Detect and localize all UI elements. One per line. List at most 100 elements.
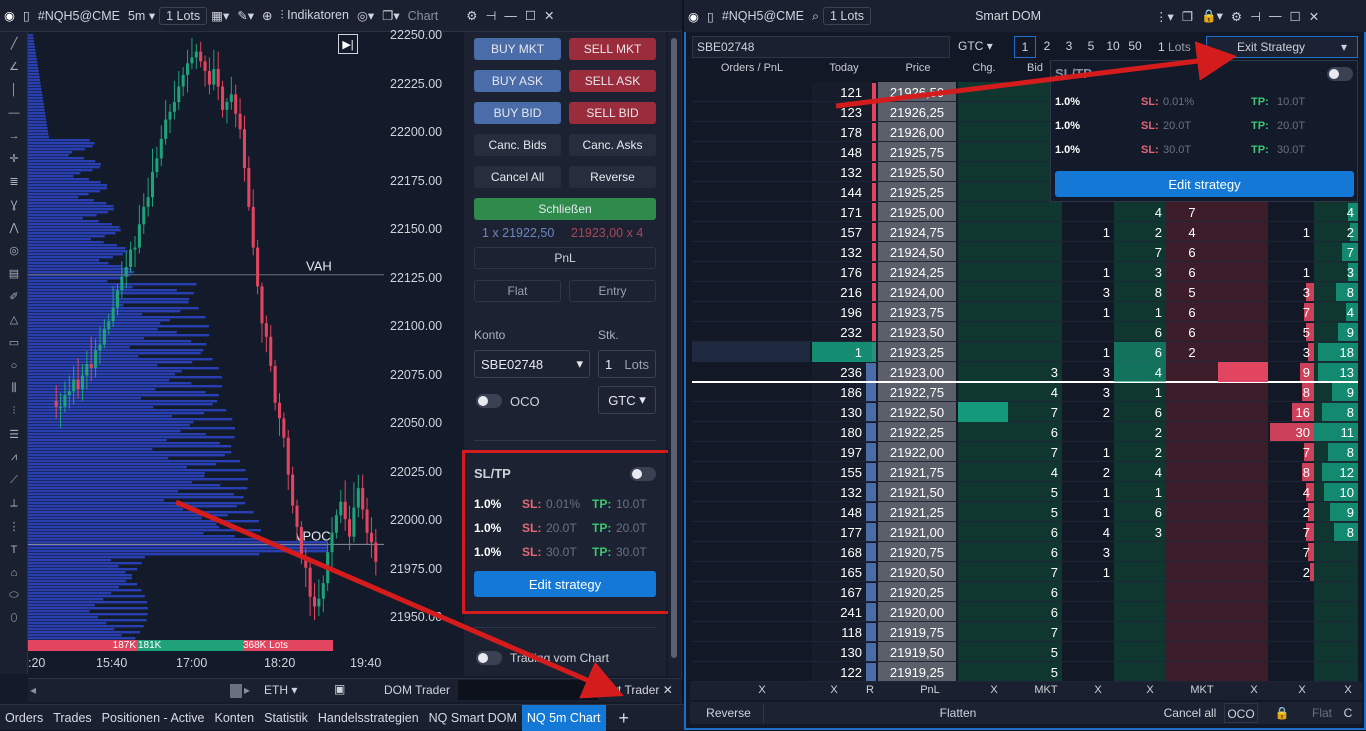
- pencil-icon[interactable]: ✎▾: [233, 8, 258, 23]
- dom-cell-c2[interactable]: 1: [1114, 303, 1166, 322]
- line-tool-icon[interactable]: ╱: [0, 32, 28, 55]
- maximize-icon[interactable]: ☐: [521, 8, 540, 23]
- dom-column-action[interactable]: X: [974, 684, 1014, 696]
- tag-icon[interactable]: ⌂: [0, 561, 28, 584]
- quantity-input[interactable]: 1 Lots: [598, 350, 656, 378]
- dom-cell-c3[interactable]: 5: [1166, 283, 1218, 302]
- vertical-line-icon[interactable]: │: [0, 78, 28, 101]
- zigzag-icon[interactable]: ⟂: [0, 492, 28, 515]
- workspace-tab[interactable]: NQ 5m Chart: [521, 704, 606, 731]
- dom-cell-price[interactable]: 21920,00: [878, 603, 956, 622]
- dom-column-action[interactable]: X: [1234, 684, 1274, 696]
- dots-icon[interactable]: ⋮: [0, 515, 28, 538]
- dom-cell-today[interactable]: 122: [812, 663, 866, 682]
- dom-cell-price[interactable]: 21922,50: [878, 403, 956, 422]
- dom-cell-c4[interactable]: 7: [1270, 303, 1314, 322]
- dom-cell-today[interactable]: 157: [812, 223, 866, 242]
- dom-cell-bid[interactable]: [1010, 303, 1062, 322]
- dom-cell-c4[interactable]: 5: [1270, 323, 1314, 342]
- dom-cell-bid[interactable]: 6: [1010, 423, 1062, 442]
- dom-cell-today[interactable]: 186: [812, 383, 866, 402]
- dom-cell-c4[interactable]: 7: [1270, 443, 1314, 462]
- dom-cell-c1[interactable]: 4: [1062, 523, 1114, 542]
- dom-cell-c2[interactable]: 3: [1114, 263, 1166, 282]
- dom-cell-today[interactable]: 148: [812, 503, 866, 522]
- dom-cell-c5[interactable]: [1314, 583, 1358, 602]
- dom-cell-c2[interactable]: [1114, 543, 1166, 562]
- dom-cell-bid[interactable]: 5: [1010, 503, 1062, 522]
- dom-column-action[interactable]: X: [1282, 684, 1322, 696]
- dom-cell-c1[interactable]: [1062, 243, 1114, 262]
- dom-cell-c5[interactable]: [1314, 663, 1358, 682]
- dom-cell-price[interactable]: 21925,25: [878, 183, 956, 202]
- dom-cell-price[interactable]: 21920,25: [878, 583, 956, 602]
- dom-cell-bid[interactable]: [1010, 343, 1062, 362]
- dom-cell-price[interactable]: 21920,50: [878, 563, 956, 582]
- dom-cell-c5[interactable]: 18: [1314, 343, 1358, 362]
- dom-cell-today[interactable]: 167: [812, 583, 866, 602]
- dom-cell-c2[interactable]: [1114, 643, 1166, 662]
- dom-cell-c3[interactable]: [1166, 543, 1218, 562]
- dom-column-action[interactable]: R: [850, 684, 890, 696]
- quantity-preset-button[interactable]: 2: [1036, 36, 1058, 58]
- phone-icon[interactable]: ▯: [19, 8, 34, 23]
- dom-cell-c5[interactable]: 9: [1314, 503, 1358, 522]
- workspace-tab[interactable]: NQ Smart DOM: [424, 705, 522, 731]
- dom-cell-c4[interactable]: [1270, 203, 1314, 222]
- dom-cell-c1[interactable]: 1: [1062, 263, 1114, 282]
- chart-trader-tab[interactable]: Chart Trader ✕: [592, 683, 673, 697]
- dom-cell-c3[interactable]: 7: [1166, 203, 1218, 222]
- horizontal-line-icon[interactable]: —: [0, 101, 28, 124]
- search-icon[interactable]: ⌕: [808, 9, 823, 24]
- price-chart[interactable]: VAH vPOC: [28, 32, 384, 642]
- dom-cell-c5[interactable]: 8: [1314, 523, 1358, 542]
- dom-column-action[interactable]: X: [814, 684, 854, 696]
- dom-cell-today[interactable]: 121: [812, 83, 866, 102]
- dom-cell-bid[interactable]: 5: [1010, 663, 1062, 682]
- dom-cell-c1[interactable]: [1062, 603, 1114, 622]
- workspace-tab[interactable]: Orders: [0, 705, 48, 731]
- dom-cell-bid[interactable]: [1010, 323, 1062, 342]
- dom-cell-bid[interactable]: 6: [1010, 583, 1062, 602]
- dom-cell-price[interactable]: 21921,75: [878, 463, 956, 482]
- dom-cell-today[interactable]: 236: [812, 363, 866, 382]
- workspace-tab[interactable]: Handelsstrategien: [313, 705, 424, 731]
- dom-cell-c5[interactable]: 10: [1314, 483, 1358, 502]
- scrollbar-thumb[interactable]: [230, 684, 242, 698]
- dom-cell-bid[interactable]: 4: [1010, 383, 1062, 402]
- dom-cell-c2[interactable]: 6: [1114, 343, 1166, 362]
- dom-cell-c3[interactable]: [1166, 643, 1218, 662]
- dom-cell-c4[interactable]: 8: [1270, 383, 1314, 402]
- dom-cell-bid[interactable]: 7: [1010, 623, 1062, 642]
- dom-cell-price[interactable]: 21923,00: [878, 363, 956, 382]
- edit-strategy-button[interactable]: Edit strategy: [474, 571, 656, 597]
- dom-cell-c5[interactable]: 2: [1314, 223, 1358, 242]
- angle-tool-icon[interactable]: ∠: [0, 55, 28, 78]
- dom-cell-bid[interactable]: [1010, 203, 1062, 222]
- dom-cell-c2[interactable]: 3: [1114, 523, 1166, 542]
- buy-bid-button[interactable]: BUY BID: [474, 102, 561, 124]
- dom-cell-bid[interactable]: 7: [1010, 563, 1062, 582]
- dom-cell-c3[interactable]: [1166, 463, 1218, 482]
- dom-c-button[interactable]: C: [1338, 703, 1358, 723]
- dom-cell-price[interactable]: 21919,50: [878, 643, 956, 662]
- add-tab-icon[interactable]: +: [614, 705, 635, 731]
- dom-cell-c4[interactable]: 3: [1270, 343, 1314, 362]
- chart-canvas[interactable]: VAHvPOC: [28, 32, 384, 642]
- dom-column-action[interactable]: X: [1328, 684, 1366, 696]
- dom-cell-c5[interactable]: 13: [1314, 363, 1358, 382]
- dom-cell-c4[interactable]: [1270, 663, 1314, 682]
- dom-cell-today[interactable]: 178: [812, 123, 866, 142]
- scroll-right-icon[interactable]: ▸: [244, 683, 250, 697]
- dom-cell-c3[interactable]: [1166, 603, 1218, 622]
- cancel-asks-button[interactable]: Canc. Asks: [569, 134, 656, 156]
- symbol-selector[interactable]: #NQH5@CME: [34, 9, 124, 23]
- dom-cell-c2[interactable]: [1114, 663, 1166, 682]
- dom-cell-today[interactable]: 144: [812, 183, 866, 202]
- dom-cell-price[interactable]: 21922,25: [878, 423, 956, 442]
- dom-cell-c5[interactable]: [1314, 543, 1358, 562]
- dom-cell-c1[interactable]: [1062, 583, 1114, 602]
- dom-cell-c1[interactable]: [1062, 643, 1114, 662]
- dom-cell-c4[interactable]: [1270, 643, 1314, 662]
- panel-scrollbar-thumb[interactable]: [671, 38, 677, 658]
